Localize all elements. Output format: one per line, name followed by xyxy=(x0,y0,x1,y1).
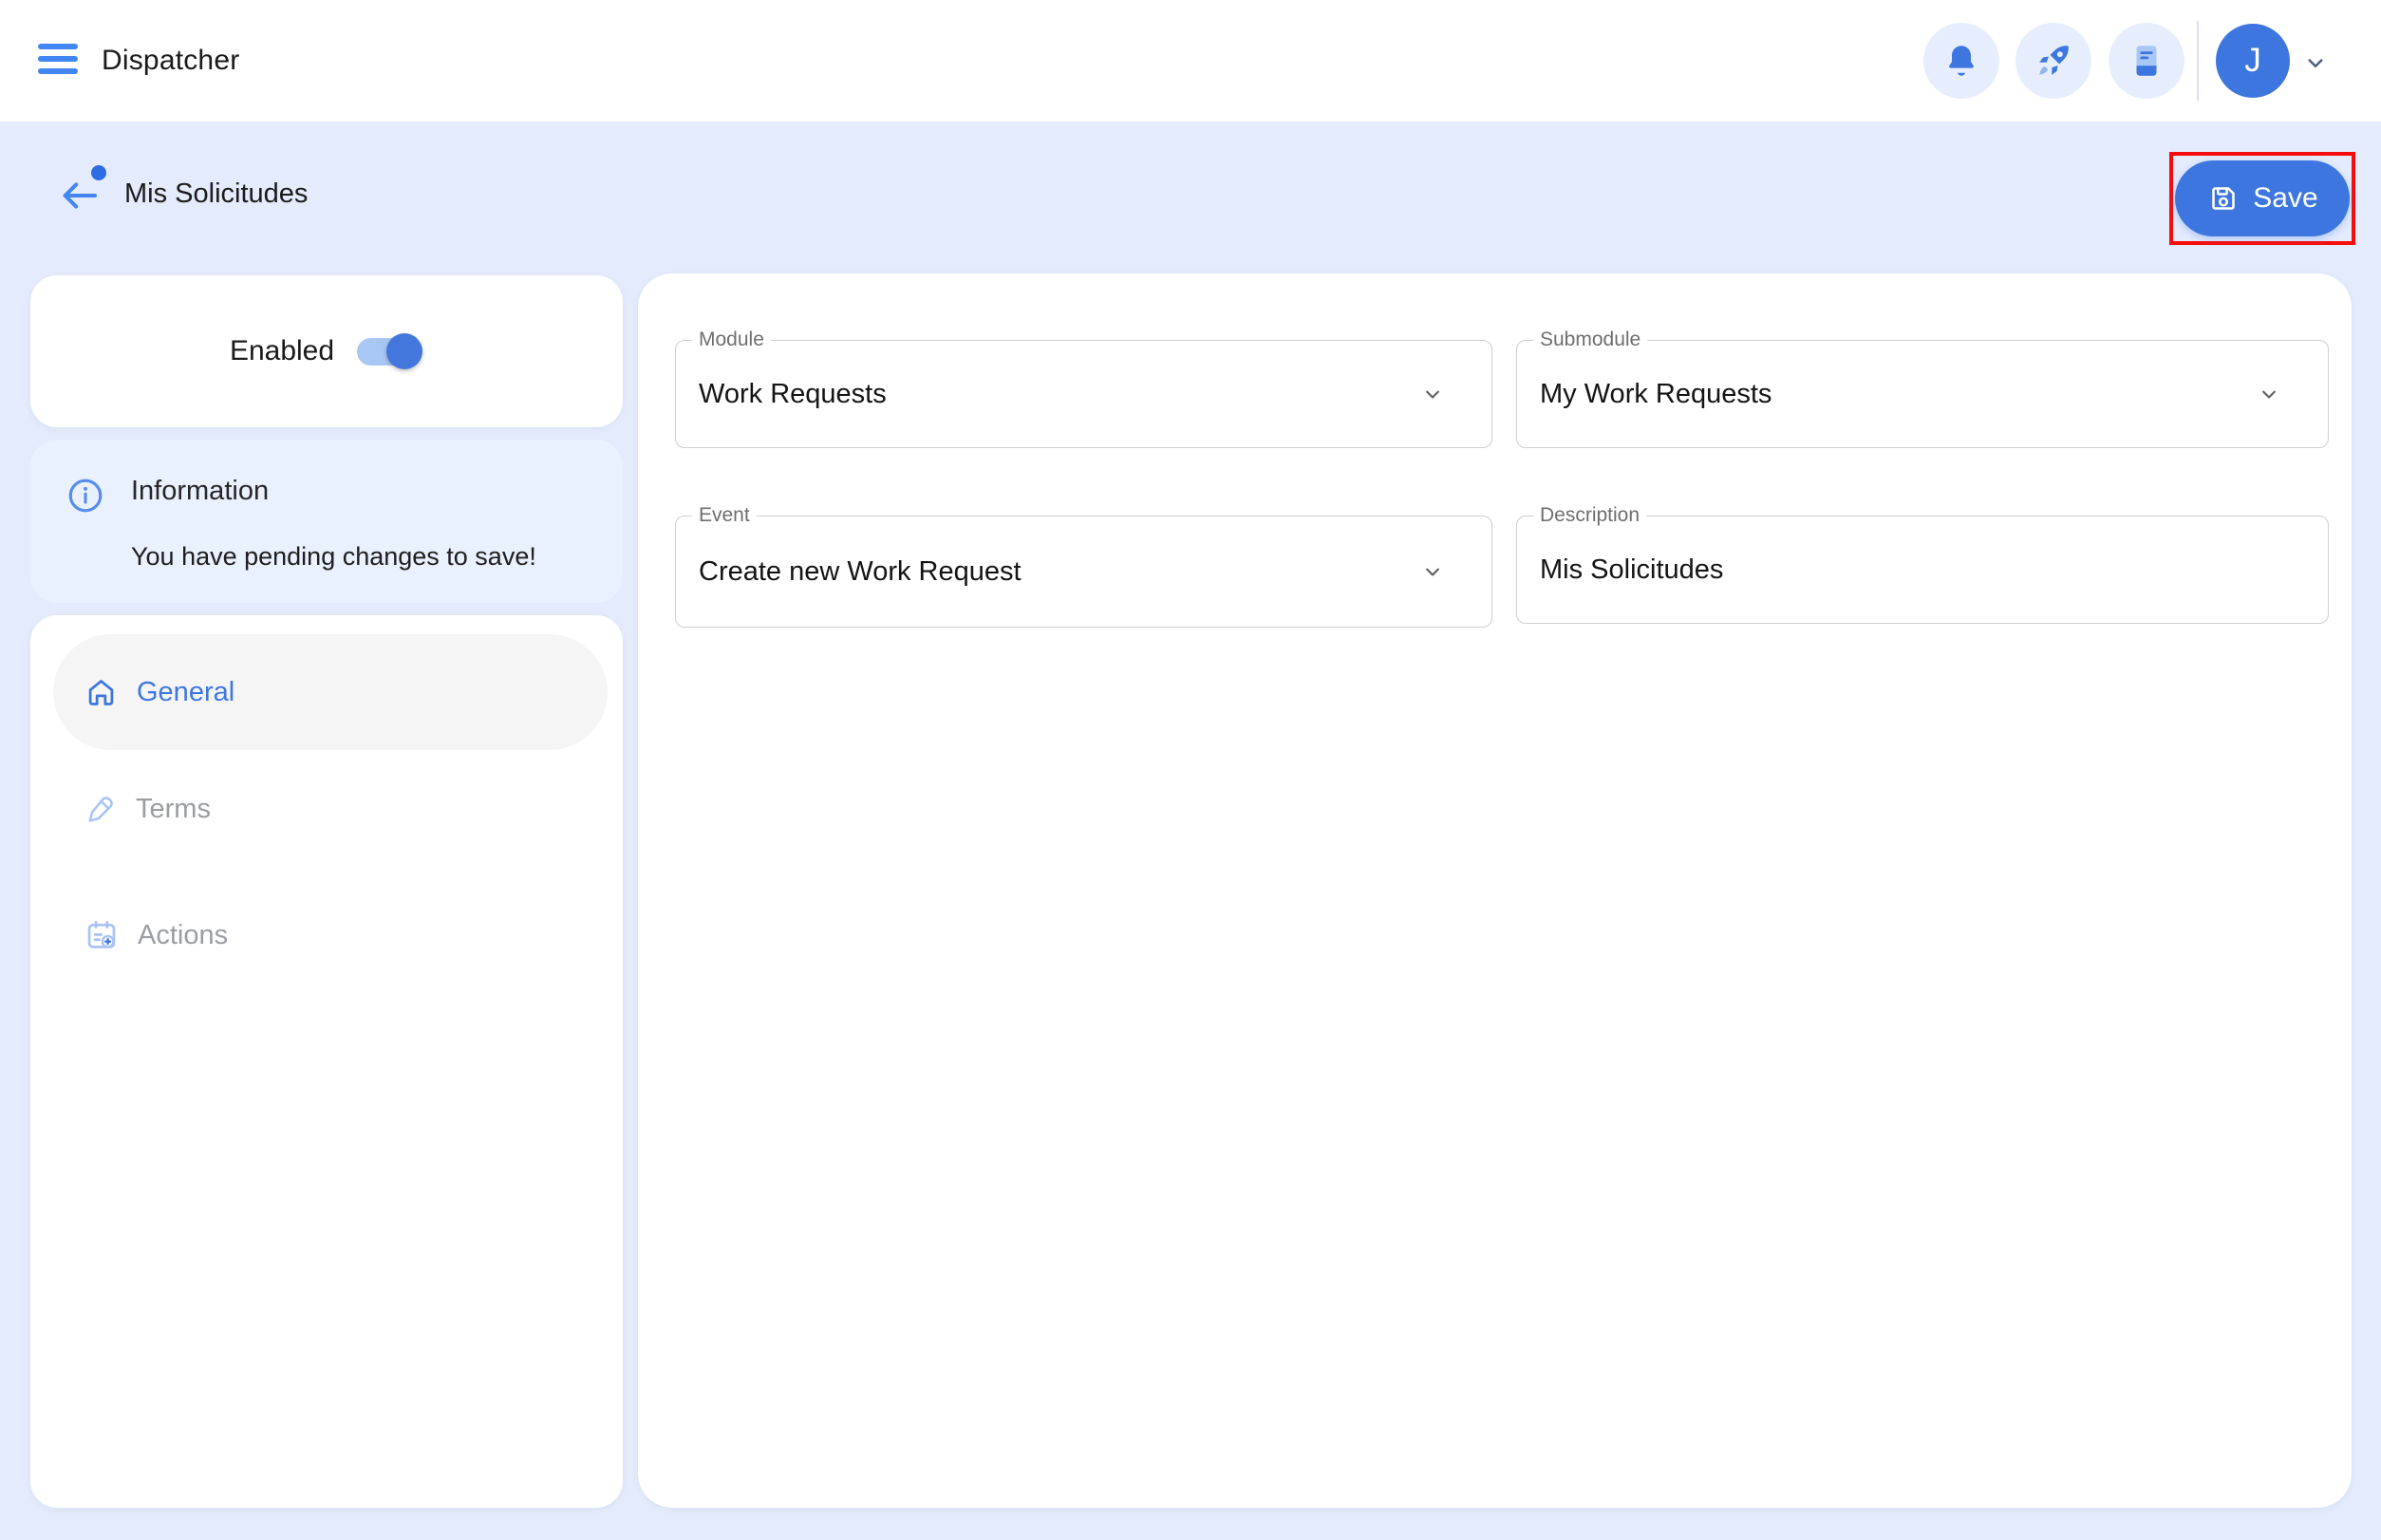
chevron-down-icon xyxy=(1419,381,1446,407)
whats-new-button[interactable] xyxy=(2015,23,2091,99)
header-divider xyxy=(2197,21,2199,101)
description-value: Mis Solicitudes xyxy=(1540,554,1724,585)
general-form: Module Work Requests Submodule My Work R… xyxy=(638,273,2352,1508)
submodule-label: Submodule xyxy=(1533,329,1648,351)
avatar[interactable]: J xyxy=(2216,24,2290,98)
event-select[interactable]: Event Create new Work Request xyxy=(675,504,1492,628)
home-icon xyxy=(84,675,119,710)
chevron-down-icon xyxy=(2256,381,2282,407)
app-header: Dispatcher J xyxy=(0,0,2381,122)
page-title: Mis Solicitudes xyxy=(124,178,309,209)
save-button[interactable]: Save xyxy=(2175,160,2350,236)
event-value: Create new Work Request xyxy=(699,555,1022,587)
enabled-card: Enabled xyxy=(30,275,623,427)
info-title: Information xyxy=(131,476,270,506)
pending-changes-dot xyxy=(91,165,106,180)
module-label: Module xyxy=(692,329,771,351)
event-label: Event xyxy=(692,504,757,527)
notifications-button[interactable] xyxy=(1923,23,1999,99)
nav-item-label: Terms xyxy=(136,793,211,824)
module-value: Work Requests xyxy=(699,378,887,409)
submodule-select[interactable]: Submodule My Work Requests xyxy=(1516,329,2329,448)
dispatcher-screen: Dispatcher J Mis Solicitudes Save Enable… xyxy=(0,0,2381,1540)
save-button-label: Save xyxy=(2253,182,2318,214)
info-message: You have pending changes to save! xyxy=(131,542,536,571)
description-input[interactable]: Description Mis Solicitudes xyxy=(1516,504,2329,624)
back-button[interactable] xyxy=(56,165,106,220)
toggle-thumb xyxy=(386,333,423,369)
enabled-label: Enabled xyxy=(229,335,335,366)
settings-nav: General Terms Actions xyxy=(30,615,623,1508)
description-label: Description xyxy=(1533,504,1647,527)
user-menu-chevron-icon[interactable] xyxy=(2301,48,2330,77)
pencil-icon xyxy=(84,792,118,826)
menu-icon[interactable] xyxy=(38,44,78,78)
chevron-down-icon xyxy=(1419,558,1446,585)
app-title: Dispatcher xyxy=(102,45,240,76)
nav-item-label: General xyxy=(137,676,235,707)
nav-item-actions[interactable]: Actions xyxy=(53,877,608,993)
save-icon xyxy=(2206,181,2240,216)
info-icon xyxy=(65,475,106,516)
nav-item-label: Actions xyxy=(138,919,229,950)
calendar-plus-icon xyxy=(84,917,120,953)
notebook-icon xyxy=(2127,41,2166,81)
nav-item-terms[interactable]: Terms xyxy=(53,751,608,867)
info-card: Information You have pending changes to … xyxy=(30,440,623,603)
submodule-value: My Work Requests xyxy=(1540,378,1772,409)
enabled-toggle[interactable] xyxy=(357,332,423,370)
bell-icon xyxy=(1941,41,1981,81)
nav-item-general[interactable]: General xyxy=(53,634,608,750)
module-select[interactable]: Module Work Requests xyxy=(675,329,1492,448)
annotation-rectangle: Save xyxy=(2169,152,2355,245)
rocket-icon xyxy=(2034,41,2073,81)
documentation-button[interactable] xyxy=(2109,23,2184,99)
